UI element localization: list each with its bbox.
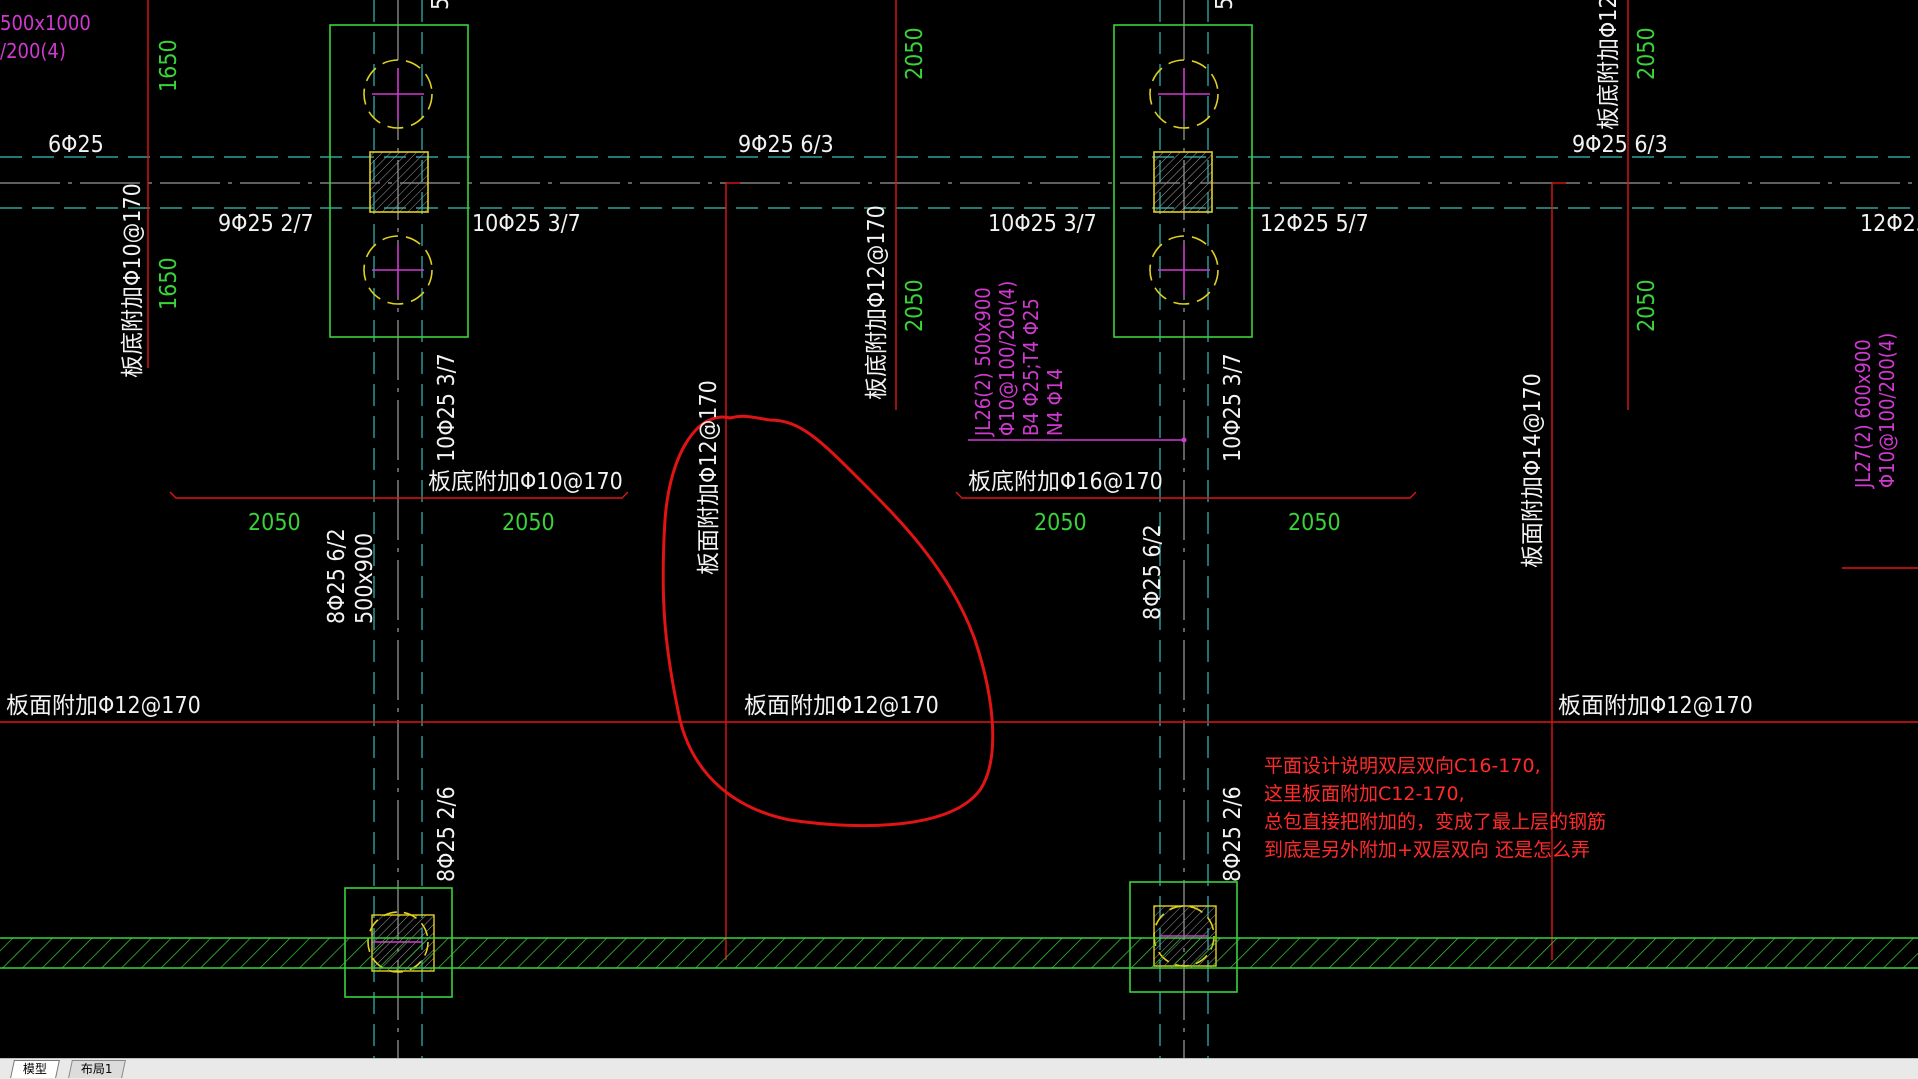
svg-text:平面设计说明双层双向C16-170,: 平面设计说明双层双向C16-170, bbox=[1264, 755, 1541, 777]
pile-cap-2[interactable] bbox=[1113, 24, 1253, 338]
svg-text:B4 Φ25;T4 Φ25: B4 Φ25;T4 Φ25 bbox=[1019, 298, 1043, 436]
tab-layout1[interactable]: 布局1 bbox=[68, 1060, 126, 1078]
slab-top-right-vert: 板底附加Φ12@170 bbox=[1596, 0, 1622, 130]
dim-2050-v3: 2050 bbox=[1634, 27, 1660, 80]
slab-top-vert-right: 板面附加Φ14@170 bbox=[1520, 373, 1546, 568]
tab-model-label: 模型 bbox=[22, 1062, 47, 1076]
bottom-wall-hatch bbox=[0, 937, 1918, 969]
rebar-top-mid: 9Φ25 6/3 bbox=[738, 132, 834, 158]
svg-text:到底是另外附加+双层双向 还是怎么弄: 到底是另外附加+双层双向 还是怎么弄 bbox=[1264, 839, 1590, 861]
col1-v-size: 500x900 bbox=[352, 533, 378, 624]
dim-2050-h3: 2050 bbox=[1034, 510, 1087, 536]
col-top-2: 5 bbox=[1212, 0, 1238, 10]
slab-bottom-horiz-1: 板底附加Φ10@170 bbox=[428, 469, 623, 495]
dim-2050-v2: 2050 bbox=[902, 279, 928, 332]
dim-2050-h2: 2050 bbox=[502, 510, 555, 536]
dim-2050-v1: 2050 bbox=[902, 27, 928, 80]
col1-v-mid: 8Φ25 6/2 bbox=[324, 528, 350, 624]
pile-cap-1[interactable] bbox=[329, 24, 469, 338]
dim-2050-v4: 2050 bbox=[1634, 279, 1660, 332]
svg-text:总包直接把附加的，变成了最上层的钢筋: 总包直接把附加的，变成了最上层的钢筋 bbox=[1264, 811, 1606, 833]
slab-top-horiz-left: 板面附加Φ12@170 bbox=[6, 693, 201, 719]
col1-v-lower: 8Φ25 2/6 bbox=[434, 786, 460, 882]
cad-drawing-canvas[interactable]: 500x1000 /200(4) 6Φ25 9Φ25 6/3 9Φ25 6/3 … bbox=[0, 0, 1918, 1058]
svg-text:N4 Φ14: N4 Φ14 bbox=[1043, 368, 1067, 436]
slab-bottom-horiz-2: 板底附加Φ16@170 bbox=[968, 469, 1163, 495]
svg-text:JL27(2) 600x900: JL27(2) 600x900 bbox=[1851, 339, 1875, 489]
svg-text:这里板面附加C12-170,: 这里板面附加C12-170, bbox=[1264, 783, 1465, 805]
col-top-1: 5 bbox=[428, 0, 454, 10]
col2-v-mid: 8Φ25 6/2 bbox=[1140, 524, 1166, 620]
rebar-right-cut: 12Φ25 bbox=[1860, 211, 1918, 237]
rebar-left-a: 9Φ25 2/7 bbox=[218, 211, 314, 237]
label-top-left-2: /200(4) bbox=[0, 39, 66, 63]
label-top-left-1: 500x1000 bbox=[0, 11, 91, 35]
tab-layout1-label: 布局1 bbox=[80, 1062, 113, 1076]
slab-top-vert-circled: 板面附加Φ12@170 bbox=[696, 380, 722, 575]
beam-jl26-label: JL26(2) 500x900 Φ10@100/200(4) B4 Φ25;T4… bbox=[971, 281, 1067, 437]
rebar-mid-a: 10Φ25 3/7 bbox=[988, 211, 1097, 237]
svg-text:JL26(2) 500x900: JL26(2) 500x900 bbox=[971, 287, 995, 437]
col2-v-upper: 10Φ25 3/7 bbox=[1220, 353, 1246, 462]
layout-tab-bar: 模型 布局1 bbox=[0, 1058, 1918, 1079]
dim-1650-b: 1650 bbox=[156, 257, 182, 310]
dim-1650-a: 1650 bbox=[156, 39, 182, 92]
rebar-mid-b: 12Φ25 5/7 bbox=[1260, 211, 1369, 237]
rebar-top-right: 9Φ25 6/3 bbox=[1572, 132, 1668, 158]
drawing-svg: 500x1000 /200(4) 6Φ25 9Φ25 6/3 9Φ25 6/3 … bbox=[0, 0, 1918, 1058]
leader-dot bbox=[1181, 437, 1187, 443]
slab-top-horiz-mid: 板面附加Φ12@170 bbox=[744, 693, 939, 719]
rebar-top-left: 6Φ25 bbox=[48, 132, 104, 158]
dim-2050-h4: 2050 bbox=[1288, 510, 1341, 536]
slab-bottom-left-vert: 板底附加Φ10@170 bbox=[120, 183, 146, 378]
svg-text:Φ10@100/200(4): Φ10@100/200(4) bbox=[995, 281, 1019, 436]
rebar-left-b: 10Φ25 3/7 bbox=[472, 211, 581, 237]
slab-bottom-vert-mid: 板底附加Φ12@170 bbox=[864, 205, 890, 400]
dim-2050-h1: 2050 bbox=[248, 510, 301, 536]
col2-v-lower: 8Φ25 2/6 bbox=[1220, 786, 1246, 882]
slab-top-horiz-right: 板面附加Φ12@170 bbox=[1558, 693, 1753, 719]
svg-text:Φ10@100/200(4): Φ10@100/200(4) bbox=[1875, 333, 1899, 488]
tab-model[interactable]: 模型 bbox=[10, 1060, 60, 1078]
beam-jl27-label: JL27(2) 600x900 Φ10@100/200(4) bbox=[1851, 333, 1899, 489]
annotation-note: 平面设计说明双层双向C16-170, 这里板面附加C12-170, 总包直接把附… bbox=[1264, 755, 1606, 861]
col1-v-upper: 10Φ25 3/7 bbox=[434, 353, 460, 462]
